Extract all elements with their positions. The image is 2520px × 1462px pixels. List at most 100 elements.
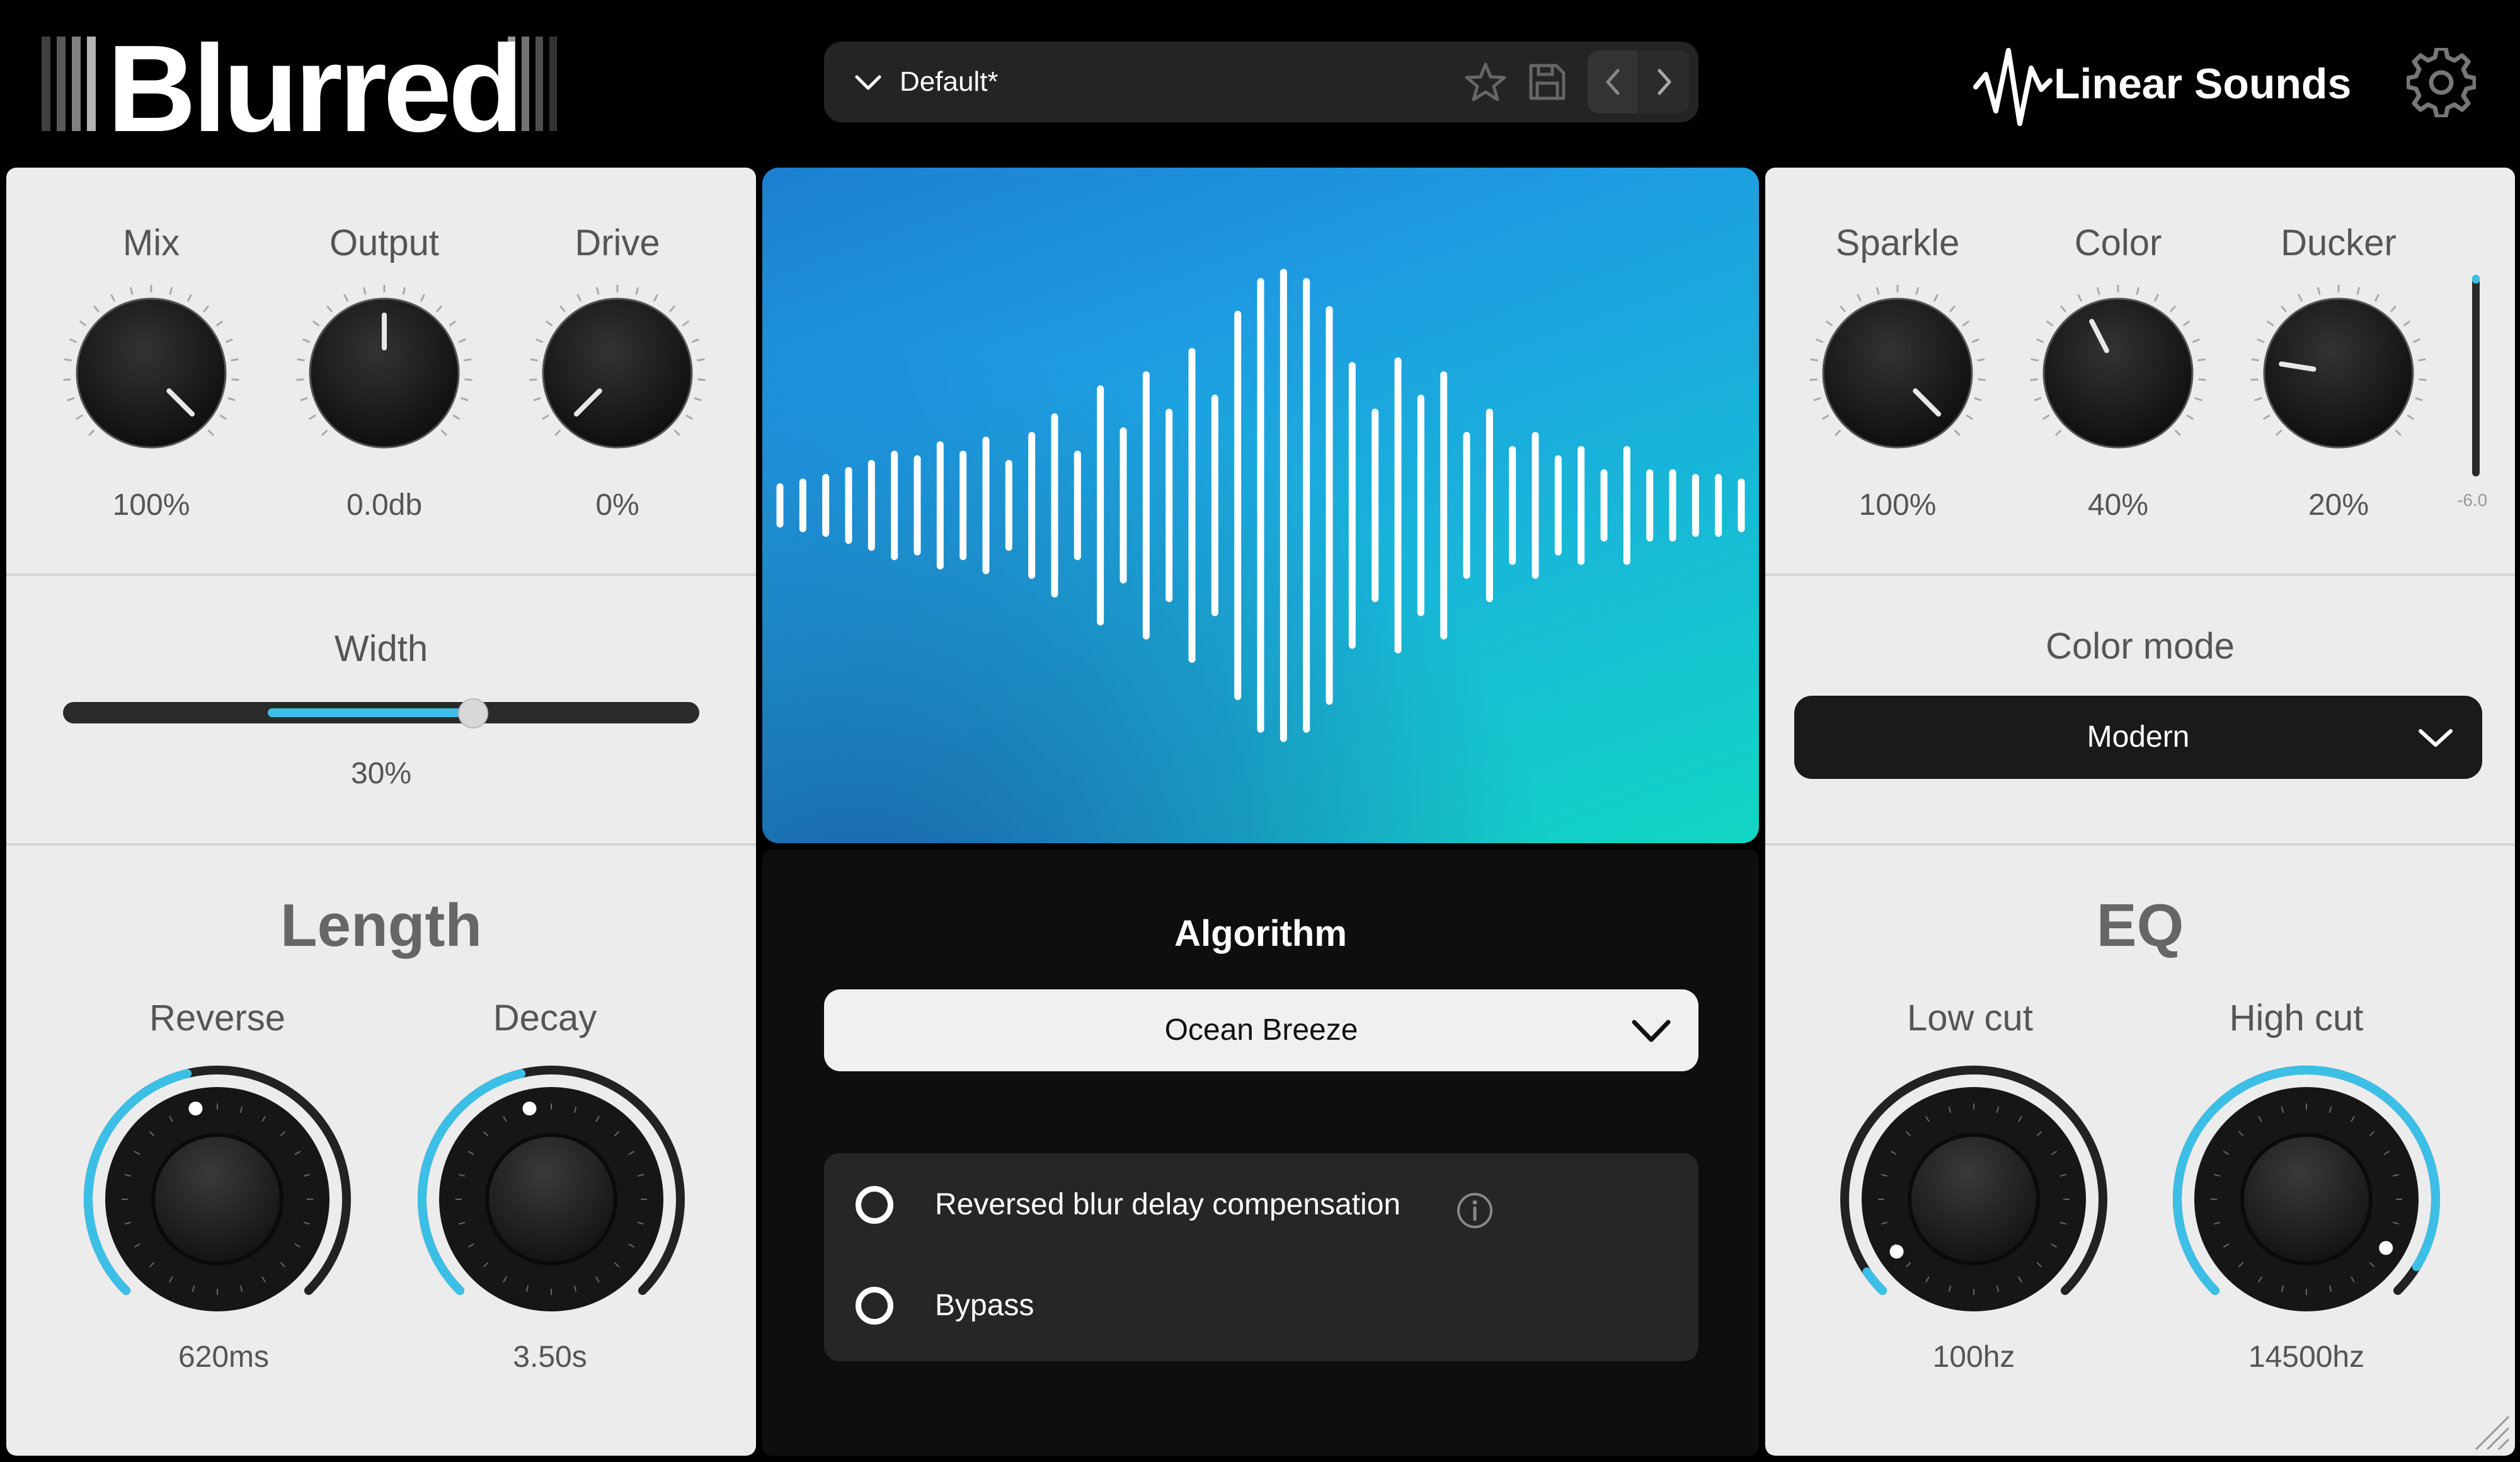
- next-preset-button[interactable]: [1639, 50, 1690, 113]
- knob-tick: [67, 397, 75, 401]
- high-cut-knob[interactable]: [2165, 1057, 2448, 1341]
- knob-tick: [2415, 397, 2423, 401]
- knob-tick: [2194, 397, 2202, 401]
- knob-tick: [2054, 429, 2062, 437]
- resize-grip-icon[interactable]: [2467, 1408, 2511, 1452]
- ducker-meter-level: [2472, 275, 2480, 284]
- knob-tick: [1876, 287, 1880, 295]
- low-cut-value: 100hz: [1932, 1340, 2015, 1374]
- reverse-knob[interactable]: [76, 1057, 359, 1341]
- width-value: 30%: [350, 757, 412, 790]
- star-icon[interactable]: [1463, 59, 1508, 105]
- knob-tick: [697, 378, 706, 381]
- previous-preset-button[interactable]: [1588, 50, 1638, 113]
- knob-tick: [93, 305, 100, 313]
- knob-tick: [1813, 397, 1821, 401]
- output-knob[interactable]: [290, 279, 479, 468]
- app-logo: Blurred: [42, 27, 583, 151]
- knob-tick: [1954, 429, 1961, 437]
- knob-tick: [297, 358, 305, 362]
- knob-tick: [1839, 305, 1847, 313]
- knob-tick: [362, 287, 367, 295]
- preset-selector[interactable]: Default*: [824, 42, 1698, 122]
- algorithm-selected[interactable]: Ocean Breeze: [824, 989, 1698, 1071]
- chevron-left-icon: [1606, 69, 1620, 95]
- knob-tick: [1816, 338, 1824, 343]
- knob-tick: [2192, 338, 2200, 343]
- preset-name[interactable]: Default*: [900, 42, 999, 122]
- reverse-value: 620ms: [178, 1340, 270, 1374]
- knob-tick: [300, 397, 308, 401]
- left-panel: Mix Output Drive 100% 0.0db 0% Width 30%…: [6, 168, 756, 1456]
- knob-tick: [227, 397, 236, 401]
- knob-tick: [2418, 358, 2426, 362]
- decay-knob[interactable]: [410, 1057, 693, 1341]
- knob-tick: [1834, 429, 1841, 437]
- chevron-down-icon[interactable]: [849, 63, 887, 101]
- brand-name: Linear Sounds: [2054, 60, 2352, 108]
- ducker-knob[interactable]: [2244, 279, 2433, 468]
- knob-tick: [2034, 397, 2042, 401]
- brand-logo: Linear Sounds: [1972, 37, 2375, 131]
- knob-tick: [2153, 294, 2159, 302]
- reverse-label: Reverse: [149, 998, 285, 1039]
- knob-cap: [151, 1133, 284, 1265]
- info-icon[interactable]: [1455, 1191, 1494, 1230]
- reversed-blur-label[interactable]: Reversed blur delay compensation: [935, 1187, 1400, 1222]
- knob-body: [2263, 297, 2414, 449]
- reversed-blur-radio[interactable]: [856, 1186, 893, 1224]
- waveform: [776, 268, 1745, 742]
- knob-tick: [75, 414, 83, 420]
- knob-tick: [231, 358, 239, 362]
- knob-tick: [1962, 320, 1970, 326]
- mix-knob[interactable]: [57, 279, 246, 468]
- knob-value-arc: [1862, 1267, 1887, 1295]
- bypass-radio[interactable]: [856, 1287, 893, 1325]
- knob-tick: [2403, 320, 2411, 326]
- knob-tick: [321, 429, 328, 437]
- color-mode-select[interactable]: Modern: [1794, 696, 2482, 779]
- knob-tick: [464, 378, 472, 381]
- bypass-label[interactable]: Bypass: [935, 1288, 1034, 1323]
- width-slider-thumb[interactable]: [457, 698, 488, 728]
- color-value: 40%: [2087, 488, 2149, 522]
- knob-tick: [343, 294, 349, 302]
- knob-tick: [312, 320, 320, 326]
- knob-tick: [2275, 429, 2282, 437]
- waveform-logo-icon: [1973, 48, 2053, 126]
- knob-tick: [2042, 414, 2050, 420]
- drive-knob[interactable]: [523, 279, 712, 468]
- color-knob[interactable]: [2024, 279, 2213, 468]
- knob-tick: [2407, 414, 2415, 420]
- sparkle-knob[interactable]: [1803, 279, 1992, 468]
- knob-tick: [302, 338, 311, 343]
- knob-tick: [464, 358, 472, 362]
- knob-tick: [2257, 338, 2265, 343]
- knob-tick: [449, 320, 457, 326]
- color-mode-selected[interactable]: Modern: [1794, 696, 2482, 779]
- knob-tick: [1915, 287, 1920, 295]
- knob-tick: [2036, 338, 2044, 343]
- knob-tick: [2390, 305, 2397, 313]
- knob-tick: [1809, 378, 1818, 381]
- output-value: 0.0db: [346, 488, 423, 522]
- width-slider[interactable]: [63, 698, 699, 728]
- knob-tick: [694, 397, 702, 401]
- knob-tick: [2186, 414, 2194, 420]
- ducker-meter: [2472, 275, 2480, 476]
- low-cut-knob[interactable]: [1832, 1057, 2116, 1341]
- algorithm-select[interactable]: Ocean Breeze: [824, 989, 1698, 1071]
- gear-icon[interactable]: [2407, 48, 2476, 117]
- knob-tick: [2174, 429, 2182, 437]
- knob-tick: [2262, 414, 2271, 420]
- knob-tick: [2356, 287, 2361, 295]
- knob-tick: [1825, 320, 1833, 326]
- knob-tick: [2096, 287, 2100, 295]
- ducker-label: Ducker: [2281, 222, 2397, 263]
- save-icon[interactable]: [1525, 59, 1570, 105]
- mix-label: Mix: [122, 222, 180, 263]
- knob-tick: [231, 378, 239, 381]
- decay-label: Decay: [493, 998, 597, 1039]
- knob-tick: [308, 414, 316, 420]
- knob-tick: [2412, 338, 2420, 343]
